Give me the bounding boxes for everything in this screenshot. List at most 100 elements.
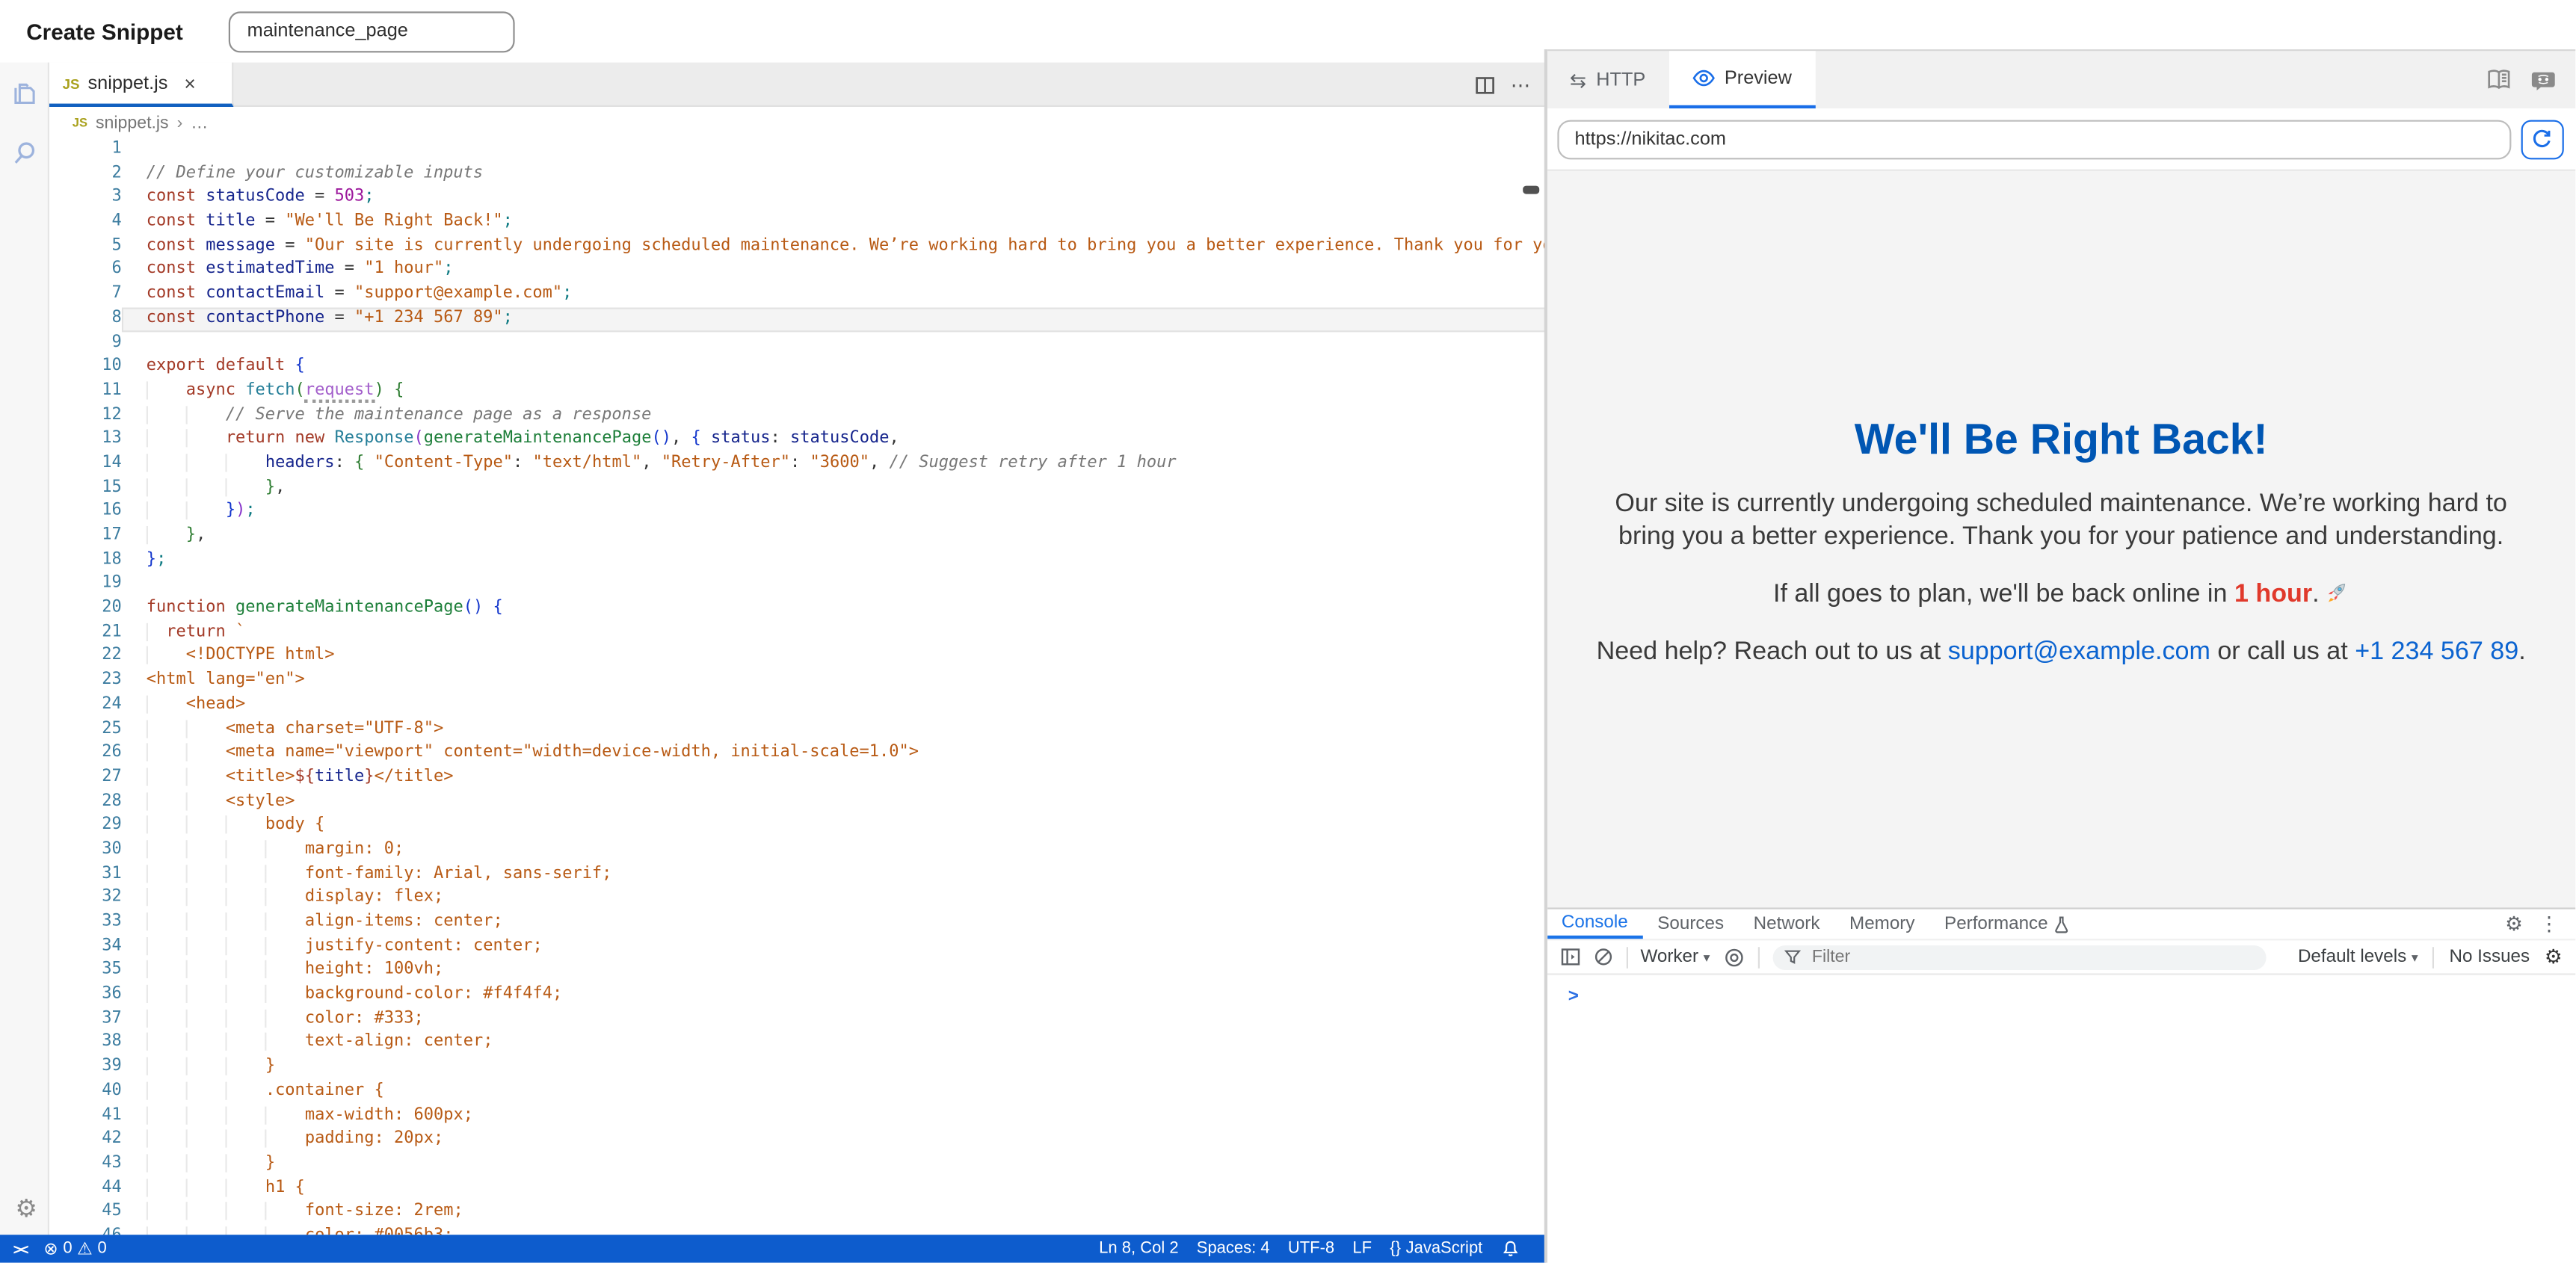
execution-context-selector[interactable]: Worker ▾ (1641, 947, 1710, 966)
discord-icon[interactable] (2531, 68, 2556, 91)
preview-viewport: We'll Be Right Back! Our site is current… (1547, 170, 2575, 908)
more-actions-icon[interactable]: ⋯ (1511, 73, 1532, 96)
line-number: 4 (49, 211, 122, 235)
search-icon[interactable] (10, 138, 40, 168)
code-line-content: color: #0056b3; (122, 1225, 1545, 1235)
issues-counter[interactable]: No Issues (2449, 947, 2530, 966)
url-row (1547, 108, 2575, 169)
notifications-bell-icon[interactable] (1501, 1240, 1519, 1258)
code-line: 37 color: #333; (49, 1007, 1545, 1031)
code-line-content: export default { (122, 356, 1545, 380)
editor-scrollbar-thumb[interactable] (1522, 186, 1538, 194)
eta-line: If all goes to plan, we'll be back onlin… (1547, 581, 2575, 614)
docs-book-icon[interactable] (2486, 69, 2511, 90)
code-line-content: color: #333; (122, 1007, 1545, 1031)
console-filter[interactable] (1772, 945, 2266, 969)
devtools-tab-label: Memory (1849, 914, 1914, 933)
devtools-tab-sources[interactable]: Sources (1642, 910, 1738, 939)
toolbar-divider (1626, 946, 1627, 968)
code-line-content: // Define your customizable inputs (122, 162, 1545, 186)
code-line: 11 async fetch(request) { (49, 380, 1545, 404)
snippet-name-input[interactable] (229, 10, 515, 52)
phone-link[interactable]: +1 234 567 89 (2355, 638, 2518, 666)
filter-input[interactable] (1808, 945, 2254, 969)
code-line: 22 <!DOCTYPE html> (49, 645, 1545, 669)
line-number: 10 (49, 356, 122, 380)
editor-tab-snippet-js[interactable]: JS snippet.js × (49, 63, 233, 107)
breadcrumb[interactable]: JS snippet.js › … (49, 107, 1545, 138)
devtools-tab-console[interactable]: Console (1547, 910, 1642, 939)
console-input-row[interactable]: > (1547, 975, 2575, 1007)
log-levels-dropdown[interactable]: Default levels ▾ (2298, 947, 2418, 966)
code-line-content: .container { (122, 1080, 1545, 1104)
code-line: 25 <meta charset="UTF-8"> (49, 717, 1545, 741)
devtools-tabbar: Console Sources Network Memory Performance ⚙… (1547, 910, 2575, 941)
maintenance-message: Our site is currently undergoing schedul… (1547, 488, 2575, 554)
line-number: 29 (49, 815, 122, 839)
tab-http[interactable]: ⇆ HTTP (1547, 51, 1668, 108)
toolbar-divider (1757, 946, 1759, 968)
code-line: 12 // Serve the maintenance page as a re… (49, 404, 1545, 427)
eol-setting[interactable]: LF (1352, 1240, 1372, 1258)
code-line-content: }); (122, 500, 1545, 524)
cursor-position[interactable]: Ln 8, Col 2 (1099, 1240, 1178, 1258)
status-bar: >< ⊗ 0 ⚠ 0 Ln 8, Col 2 Spaces: 4 UTF-8 L… (0, 1235, 1545, 1263)
toolbar-divider (2432, 946, 2434, 968)
devtools-tab-list: Console Sources Network Memory Performance (1547, 910, 2084, 939)
split-editor-icon[interactable] (1474, 75, 1494, 94)
support-email-link[interactable]: support@example.com (1948, 638, 2210, 666)
devtools-tab-network[interactable]: Network (1739, 910, 1834, 939)
maintenance-heading: We'll Be Right Back! (1547, 414, 2575, 465)
code-line-content: const title = "We'll Be Right Back!"; (122, 211, 1545, 235)
breadcrumb-more[interactable]: … (191, 113, 208, 132)
levels-label: Default levels (2298, 947, 2406, 966)
files-icon[interactable] (10, 79, 40, 109)
devtools-settings-gear-icon[interactable]: ⚙ (2505, 912, 2523, 936)
line-number: 40 (49, 1080, 122, 1104)
code-line: 26 <meta name="viewport" content="width=… (49, 742, 1545, 766)
close-icon[interactable]: × (184, 73, 195, 93)
code-line: 20function generateMaintenancePage() { (49, 597, 1545, 621)
kebab-menu-icon[interactable]: ⋮ (2539, 912, 2559, 936)
line-number: 28 (49, 790, 122, 814)
console-sidebar-toggle-icon[interactable] (1560, 947, 1580, 966)
breadcrumb-file[interactable]: snippet.js (96, 113, 169, 132)
eta-suffix: . (2312, 581, 2319, 608)
encoding-setting[interactable]: UTF-8 (1288, 1240, 1334, 1258)
tab-preview[interactable]: Preview (1668, 51, 1815, 108)
console-toolbar: Worker ▾ (1547, 940, 2575, 975)
code-line-content (122, 331, 1545, 355)
devtools-tab-performance[interactable]: Performance (1929, 910, 2084, 939)
line-number: 7 (49, 283, 122, 307)
code-line-content: h1 { (122, 1176, 1545, 1200)
warning-count: 0 (97, 1240, 106, 1258)
code-line: 28 <style> (49, 790, 1545, 814)
settings-gear-icon[interactable]: ⚙ (11, 1195, 41, 1225)
line-number: 37 (49, 1007, 122, 1031)
line-number: 21 (49, 621, 122, 645)
preview-url-input[interactable] (1556, 120, 2510, 159)
problems-indicator[interactable]: ⊗ 0 ⚠ 0 (43, 1239, 106, 1259)
code-line-content: } (122, 1152, 1545, 1176)
indentation-setting[interactable]: Spaces: 4 (1197, 1240, 1270, 1258)
editor-tab-label: snippet.js (87, 73, 167, 93)
code-line: 29 body { (49, 815, 1545, 839)
live-expression-eye-icon[interactable] (1723, 946, 1745, 968)
code-line-content: headers: { "Content-Type": "text/html", … (122, 452, 1545, 476)
code-line-content: body { (122, 815, 1545, 839)
clear-console-icon[interactable] (1593, 947, 1612, 966)
code-line-content (122, 572, 1545, 596)
code-line: 46 color: #0056b3; (49, 1225, 1545, 1235)
code-line: 33 align-items: center; (49, 911, 1545, 935)
console-settings-gear-icon[interactable]: ⚙ (2545, 945, 2563, 969)
eye-icon (1692, 69, 1715, 87)
line-number: 12 (49, 404, 122, 427)
refresh-button[interactable] (2521, 120, 2563, 159)
remote-indicator-icon[interactable]: >< (13, 1241, 28, 1257)
devtools-tab-memory[interactable]: Memory (1834, 910, 1929, 939)
line-number: 30 (49, 839, 122, 862)
devtools-tab-label: Sources (1657, 914, 1724, 933)
language-mode[interactable]: {} JavaScript (1390, 1240, 1482, 1258)
warning-icon: ⚠ (77, 1239, 93, 1259)
code-editor[interactable]: 12// Define your customizable inputs3con… (49, 138, 1545, 1235)
